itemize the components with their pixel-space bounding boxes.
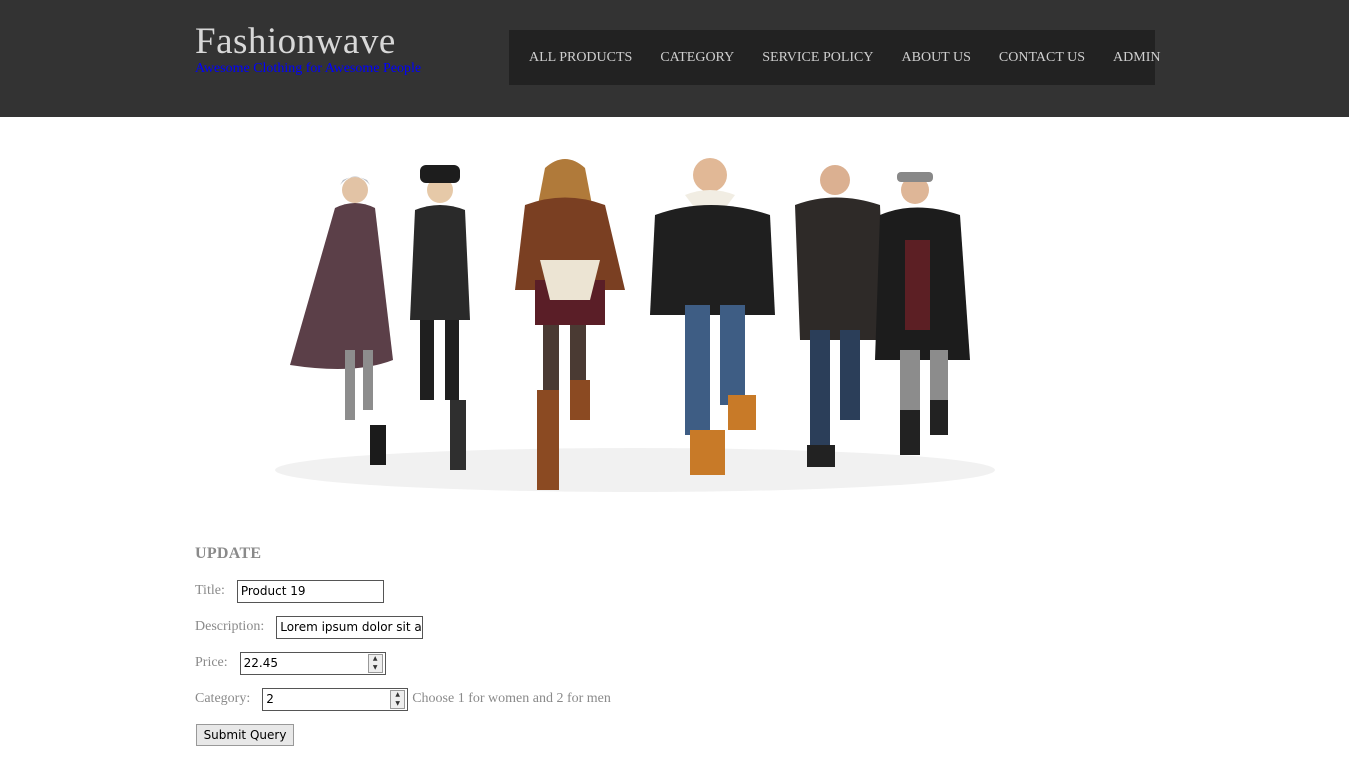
nav-category[interactable]: CATEGORY	[660, 50, 734, 66]
main-nav: ALL PRODUCTS CATEGORY SERVICE POLICY ABO…	[509, 30, 1160, 85]
title-label: Title:	[195, 583, 225, 598]
title-row: Title: Product 19	[195, 579, 384, 603]
category-row: Category: 2 ▲ ▼ Choose 1 for women and 2…	[195, 687, 611, 711]
category-hint: Choose 1 for women and 2 for men	[412, 691, 611, 706]
description-label: Description:	[195, 619, 265, 634]
brand-title[interactable]: Fashionwave	[195, 22, 421, 62]
price-input[interactable]: 22.45 ▲ ▼	[239, 651, 386, 675]
category-value: 2	[266, 692, 274, 706]
description-row: Description: Lorem ipsum dolor sit an	[195, 615, 424, 639]
spinner-up-icon[interactable]: ▲	[373, 655, 378, 662]
price-value: 22.45	[243, 656, 279, 670]
nav-contact-us[interactable]: CONTACT US	[999, 50, 1085, 66]
category-label: Category:	[195, 691, 251, 706]
submit-button[interactable]: Submit Query	[196, 724, 294, 746]
spinner-down-icon[interactable]: ▼	[395, 700, 400, 707]
spinner-up-icon[interactable]: ▲	[395, 691, 400, 698]
description-input[interactable]: Lorem ipsum dolor sit an	[276, 615, 424, 639]
nav-admin[interactable]: ADMIN	[1113, 50, 1160, 66]
hero-image	[195, 140, 1075, 500]
nav-about-us[interactable]: ABOUT US	[902, 50, 971, 66]
category-spinner[interactable]: ▲ ▼	[390, 689, 406, 709]
category-input[interactable]: 2 ▲ ▼	[262, 687, 409, 711]
title-input[interactable]: Product 19	[236, 579, 384, 603]
nav-service-policy[interactable]: SERVICE POLICY	[762, 50, 873, 66]
price-label: Price:	[195, 655, 228, 670]
form-heading: UPDATE	[195, 545, 262, 562]
brand: Fashionwave Awesome Clothing for Awesome…	[195, 22, 421, 76]
hero-models-illustration	[195, 140, 1075, 500]
price-spinner[interactable]: ▲ ▼	[367, 653, 383, 673]
price-row: Price: 22.45 ▲ ▼	[195, 651, 386, 675]
update-form: UPDATE Title: Product 19 Description: Lo…	[195, 545, 795, 746]
nav-all-products[interactable]: ALL PRODUCTS	[529, 50, 632, 66]
brand-tagline: Awesome Clothing for Awesome People	[195, 61, 422, 76]
site-header: Fashionwave Awesome Clothing for Awesome…	[0, 0, 1349, 117]
spinner-down-icon[interactable]: ▼	[373, 664, 378, 671]
